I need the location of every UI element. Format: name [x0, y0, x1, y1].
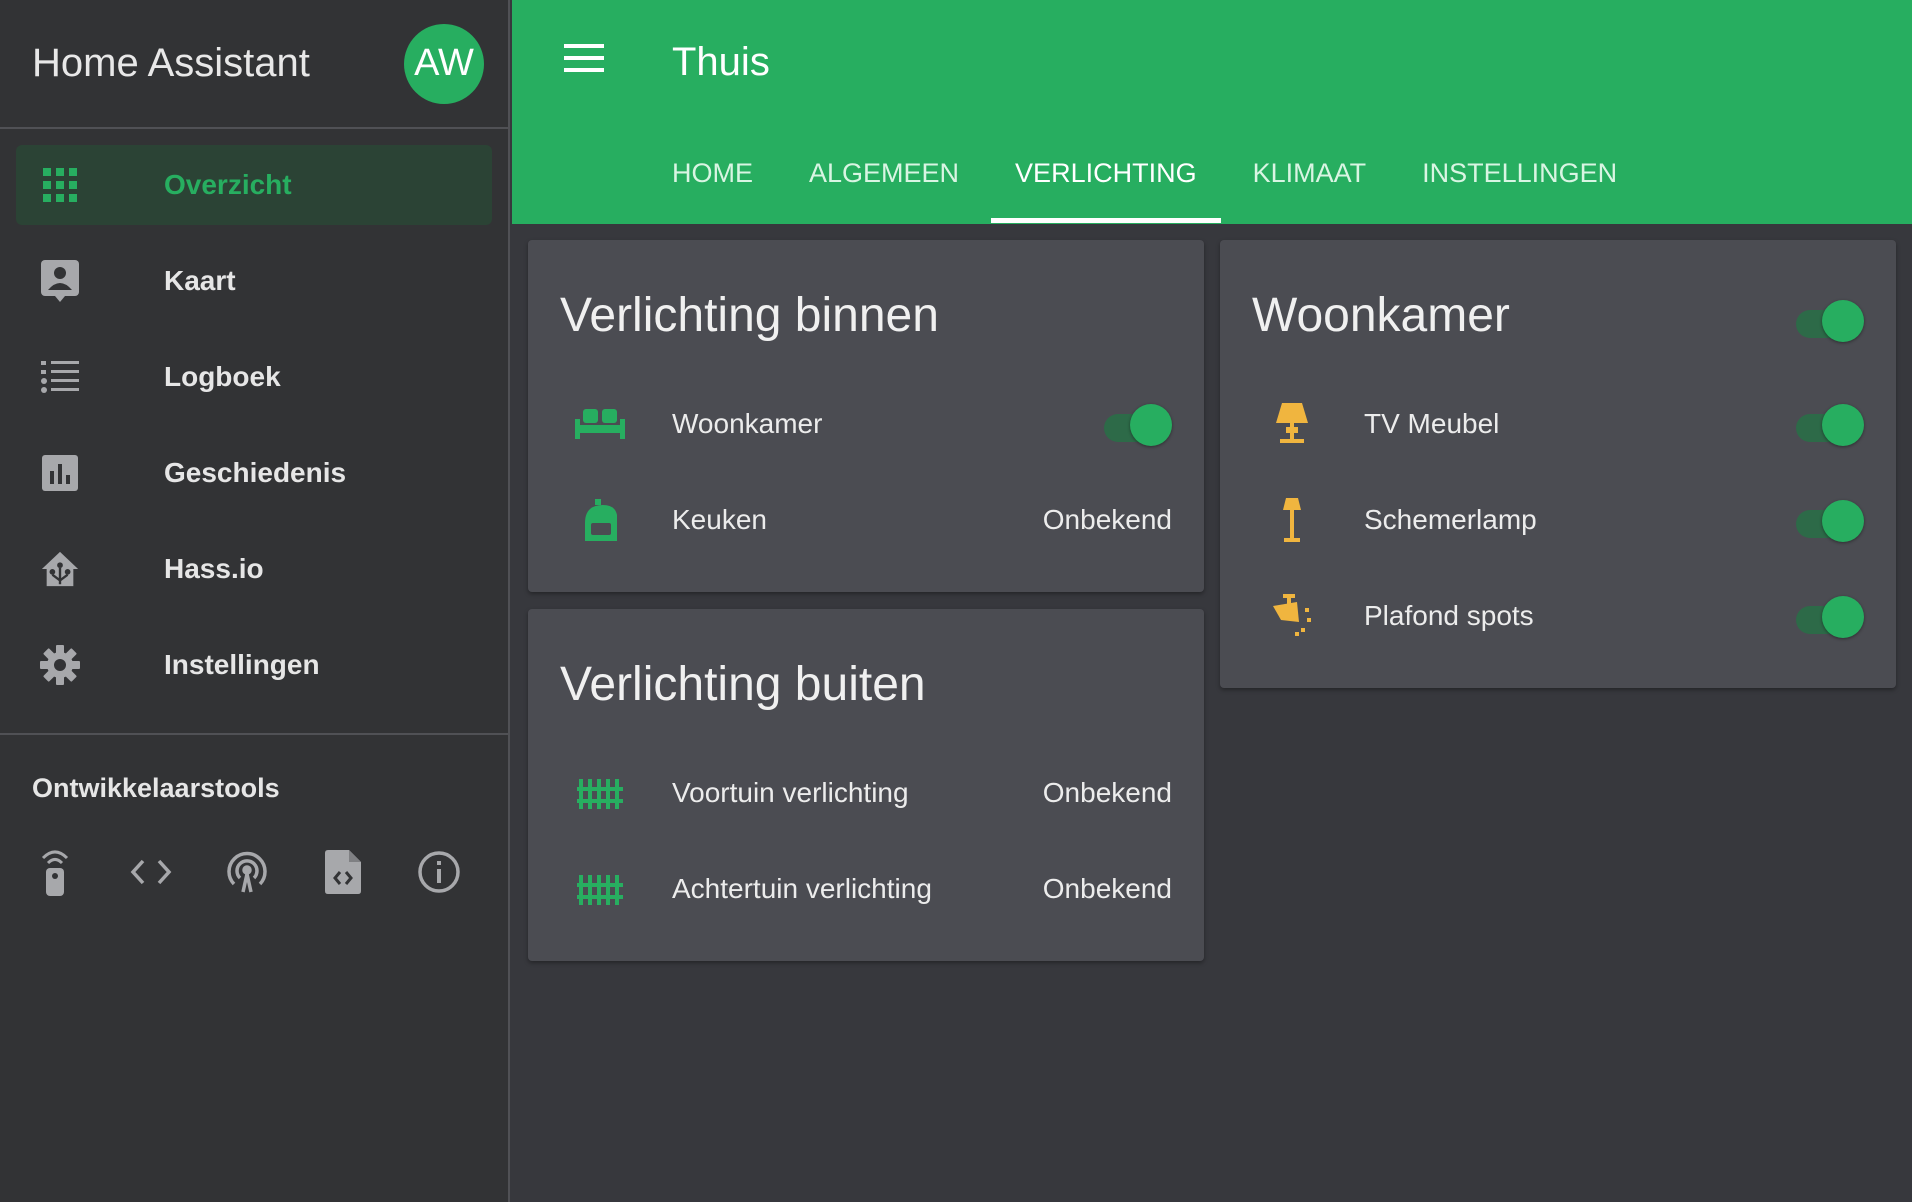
- page-title: Thuis: [672, 40, 770, 84]
- sidebar-item-label: Hass.io: [164, 553, 264, 584]
- entity-row-woonkamer: Woonkamer: [528, 394, 1204, 454]
- gear-icon: [40, 645, 80, 685]
- entity-name[interactable]: Keuken: [672, 504, 767, 536]
- sidebar-item-kaart[interactable]: Kaart: [16, 241, 492, 321]
- woonkamer-group-toggle[interactable]: [1792, 296, 1864, 344]
- stove-icon[interactable]: [572, 492, 628, 548]
- ceiling-spot-icon[interactable]: [1264, 588, 1320, 644]
- sidebar-item-label: Logboek: [164, 361, 281, 392]
- tab-verlichting[interactable]: VERLICHTING: [991, 158, 1221, 224]
- avatar[interactable]: AW: [404, 23, 484, 104]
- sidebar-item-label: Overzicht: [164, 169, 292, 200]
- card-verlichting-binnen: Verlichting binnen Woonkamer Keuken Onbe…: [528, 240, 1204, 592]
- sidebar-item-label: Kaart: [164, 265, 236, 296]
- entity-row-schemerlamp: Schemerlamp: [1220, 490, 1896, 550]
- entity-row-keuken: Keuken Onbekend: [528, 490, 1204, 550]
- card-title: Verlichting buiten: [560, 658, 926, 711]
- podcast-icon[interactable]: [220, 844, 273, 900]
- sidebar-item-label: Instellingen: [164, 649, 320, 680]
- tab-home[interactable]: HOME: [672, 158, 753, 224]
- tab-bar: HOME ALGEMEEN VERLICHTING KLIMAAT INSTEL…: [672, 158, 1673, 224]
- remote-icon[interactable]: [28, 844, 81, 900]
- tab-instellingen[interactable]: INSTELLINGEN: [1422, 158, 1617, 224]
- plafond-spots-toggle[interactable]: [1792, 592, 1864, 640]
- floor-lamp-icon[interactable]: [1264, 492, 1320, 548]
- sidebar-nav: Overzicht Kaart Logboek Geschiedenis Has…: [0, 129, 508, 735]
- list-icon: [40, 357, 80, 397]
- entity-state: Onbekend: [1042, 873, 1172, 904]
- card-verlichting-buiten: Verlichting buiten Voortuin verlichting …: [528, 609, 1204, 961]
- fence-icon[interactable]: [572, 861, 628, 917]
- entity-name[interactable]: Plafond spots: [1364, 600, 1534, 632]
- sidebar-item-hassio[interactable]: Hass.io: [16, 529, 492, 609]
- fence-icon[interactable]: [572, 765, 628, 821]
- account-box-icon: [40, 260, 80, 302]
- dev-tools-title: Ontwikkelaarstools: [32, 773, 280, 803]
- entity-row-plafond-spots: Plafond spots: [1220, 586, 1896, 646]
- entity-name[interactable]: Schemerlamp: [1364, 504, 1537, 536]
- sidebar-item-logboek[interactable]: Logboek: [16, 337, 492, 417]
- entity-row-voortuin: Voortuin verlichting Onbekend: [528, 763, 1204, 823]
- tv-meubel-toggle[interactable]: [1792, 400, 1864, 448]
- sidebar-item-instellingen[interactable]: Instellingen: [16, 625, 492, 705]
- code-icon[interactable]: [124, 844, 177, 900]
- entity-state: Onbekend: [1042, 504, 1172, 535]
- entity-name[interactable]: Voortuin verlichting: [672, 777, 909, 809]
- sidebar: Home Assistant AW Overzicht Kaart Logboe…: [0, 0, 510, 1202]
- sidebar-item-geschiedenis[interactable]: Geschiedenis: [16, 433, 492, 513]
- entity-name[interactable]: TV Meubel: [1364, 408, 1499, 440]
- woonkamer-toggle[interactable]: [1100, 400, 1172, 448]
- app-title: Home Assistant: [32, 41, 310, 85]
- entity-row-tv-meubel: TV Meubel: [1220, 394, 1896, 454]
- top-bar: Thuis HOME ALGEMEEN VERLICHTING KLIMAAT …: [512, 0, 1912, 224]
- entity-row-achtertuin: Achtertuin verlichting Onbekend: [528, 859, 1204, 919]
- entity-name[interactable]: Achtertuin verlichting: [672, 873, 932, 905]
- menu-icon[interactable]: [564, 44, 608, 84]
- chart-bar-icon: [40, 453, 80, 493]
- schemerlamp-toggle[interactable]: [1792, 496, 1864, 544]
- card-title: Verlichting binnen: [560, 289, 939, 342]
- sidebar-header: Home Assistant AW: [0, 0, 508, 129]
- tab-klimaat[interactable]: KLIMAAT: [1253, 158, 1367, 224]
- dev-tools-bar: [0, 804, 508, 900]
- lamp-icon[interactable]: [1264, 396, 1320, 452]
- entity-name[interactable]: Woonkamer: [672, 408, 822, 440]
- hassio-icon: [40, 549, 80, 589]
- sofa-icon[interactable]: [572, 396, 628, 452]
- tab-algemeen[interactable]: ALGEMEEN: [809, 158, 959, 224]
- sidebar-item-overzicht[interactable]: Overzicht: [16, 145, 492, 225]
- sidebar-item-label: Geschiedenis: [164, 457, 347, 488]
- entity-state: Onbekend: [1042, 777, 1172, 808]
- card-woonkamer: Woonkamer TV Meubel Schemerlamp Plafond …: [1220, 240, 1896, 688]
- card-title: Woonkamer: [1252, 289, 1510, 342]
- file-code-icon[interactable]: [316, 844, 369, 900]
- info-icon[interactable]: [412, 844, 465, 900]
- grid-icon: [40, 165, 80, 205]
